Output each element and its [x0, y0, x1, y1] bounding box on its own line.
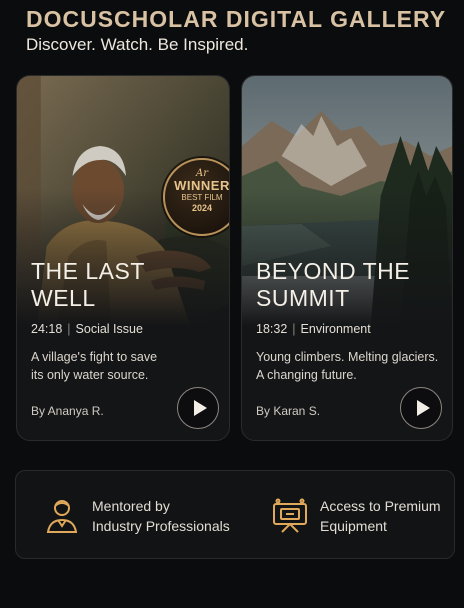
film-title: BEYOND THE SUMMIT	[256, 258, 411, 311]
film-category: Social Issue	[75, 322, 143, 336]
feature-equipment: Access to Premium Equipment	[270, 471, 441, 560]
film-card-the-last-well[interactable]: Ar WINNER BEST FILM 2024 THE LAST WELL 2…	[16, 75, 230, 441]
features-panel: Mentored by Industry Professionals Acces…	[15, 470, 455, 559]
tagline: Discover. Watch. Be Inspired.	[26, 35, 249, 54]
film-meta: 24:18 | Social Issue	[31, 322, 143, 336]
film-category: Environment	[300, 322, 371, 336]
app-title: DOCUSCHOLAR DIGITAL GALLERY	[26, 6, 447, 32]
film-duration: 18:32	[256, 322, 288, 336]
equipment-icon	[273, 498, 307, 533]
film-title: THE LAST WELL	[31, 258, 145, 311]
film-meta: 18:32 | Environment	[256, 322, 371, 336]
play-icon	[416, 400, 430, 416]
film-duration: 24:18	[31, 322, 63, 336]
mentor-icon	[46, 499, 78, 533]
play-button[interactable]	[177, 387, 219, 429]
header: DOCUSCHOLAR DIGITAL GALLERY Discover. Wa…	[26, 6, 456, 55]
play-icon	[193, 400, 207, 416]
film-author: By Karan S.	[256, 404, 321, 418]
film-author: By Ananya R.	[31, 404, 104, 418]
feature-mentorship: Mentored by Industry Professionals	[42, 471, 230, 560]
play-button[interactable]	[400, 387, 442, 429]
film-description: A village's fight to save its only water…	[31, 350, 158, 382]
film-card-beyond-the-summit[interactable]: BEYOND THE SUMMIT 18:32 | Environment Youn…	[241, 75, 453, 441]
film-description: Young climbers. Melting glaciers. A chan…	[256, 350, 439, 382]
